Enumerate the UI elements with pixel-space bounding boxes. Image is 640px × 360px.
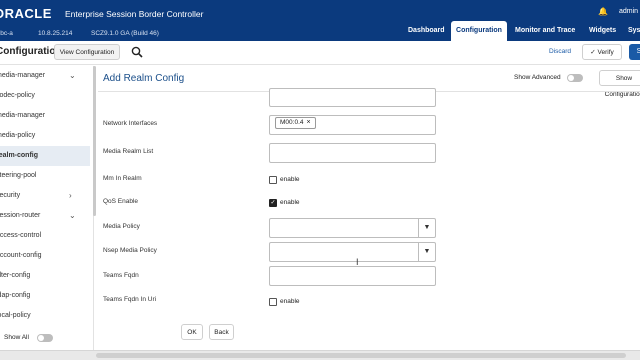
remove-chip-icon[interactable]: × bbox=[307, 119, 311, 126]
ip-address-label: 10.8.25.214 bbox=[38, 30, 73, 37]
search-icon[interactable] bbox=[131, 46, 143, 58]
sidebar-item-access-control[interactable]: access-control bbox=[0, 226, 90, 246]
bell-icon[interactable]: 🔔 bbox=[598, 7, 608, 16]
page-title: Configuration bbox=[0, 46, 62, 57]
sidebar-item-steering-pool[interactable]: steering-pool bbox=[0, 166, 90, 186]
media-policy-label: Media Policy bbox=[103, 223, 140, 230]
sidebar-scrollbar[interactable] bbox=[93, 66, 96, 216]
show-all-label: Show All bbox=[4, 334, 29, 341]
version-label: SCZ9.1.0 GA (Build 46) bbox=[91, 30, 159, 37]
scrollbar-thumb[interactable] bbox=[96, 353, 626, 358]
qos-enable-label: QoS Enable bbox=[103, 198, 139, 205]
network-interfaces-label: Network Interfaces bbox=[103, 120, 158, 127]
oracle-logo: ORACLE bbox=[0, 6, 52, 21]
sidebar-item-label: session-router bbox=[0, 212, 41, 219]
horizontal-scrollbar[interactable] bbox=[0, 350, 640, 360]
back-button[interactable]: Back bbox=[209, 324, 234, 340]
sidebar-item-session-router[interactable]: session-router ⌄ bbox=[0, 206, 90, 226]
nsep-media-policy-select[interactable] bbox=[269, 242, 436, 262]
teams-fqdn-in-uri-enable-label: enable bbox=[280, 298, 300, 305]
teams-fqdn-label: Teams Fqdn bbox=[103, 272, 139, 279]
mm-in-realm-label: Mm In Realm bbox=[103, 175, 142, 182]
sidebar-item-security[interactable]: security › bbox=[0, 186, 90, 206]
chevron-down-icon[interactable]: ▼ bbox=[418, 243, 435, 261]
user-menu[interactable]: admin bbox=[619, 8, 638, 15]
sidebar-item-media-policy[interactable]: media-policy bbox=[0, 126, 90, 146]
tab-dashboard[interactable]: Dashboard bbox=[408, 21, 445, 41]
nsep-media-policy-label: Nsep Media Policy bbox=[103, 247, 157, 254]
ok-button[interactable]: OK bbox=[181, 324, 203, 340]
top-header: ORACLE Enterprise Session Border Control… bbox=[0, 0, 640, 41]
tab-widgets[interactable]: Widgets bbox=[589, 21, 616, 41]
mm-in-realm-checkbox[interactable] bbox=[269, 176, 277, 184]
discard-button[interactable]: Discard bbox=[549, 48, 571, 55]
sidebar-item-local-policy[interactable]: local-policy bbox=[0, 306, 90, 326]
sidebar-item-codec-policy[interactable]: codec-policy bbox=[0, 86, 90, 106]
media-realm-list-label: Media Realm List bbox=[103, 148, 154, 155]
check-circle-icon: ✓ bbox=[590, 49, 596, 56]
chevron-down-icon[interactable]: ▼ bbox=[418, 219, 435, 237]
chevron-down-icon: ⌄ bbox=[69, 211, 76, 220]
form-title: Add Realm Config bbox=[103, 73, 185, 84]
show-advanced-toggle[interactable] bbox=[567, 74, 583, 82]
sidebar-item-account-config[interactable]: account-config bbox=[0, 246, 90, 266]
hostname-label: sbc-a bbox=[0, 30, 13, 37]
network-interface-chip: M00:0.4 × bbox=[275, 117, 316, 129]
view-configuration-button[interactable]: View Configuration bbox=[54, 44, 120, 60]
sidebar-item-realm-config[interactable]: realm-config bbox=[0, 146, 90, 166]
show-configuration-button[interactable]: Show Configuration bbox=[599, 70, 640, 98]
product-name: Enterprise Session Border Controller bbox=[65, 9, 204, 19]
verify-label: Verify bbox=[597, 49, 614, 56]
tab-monitor-and-trace[interactable]: Monitor and Trace bbox=[515, 21, 575, 41]
save-button[interactable]: S bbox=[629, 44, 640, 60]
media-policy-select[interactable] bbox=[269, 218, 436, 238]
qos-enable-enable-label: enable bbox=[280, 199, 300, 206]
teams-fqdn-input[interactable] bbox=[269, 266, 436, 286]
chip-label: M00:0.4 bbox=[280, 119, 304, 126]
sidebar-item-label: security bbox=[0, 192, 21, 199]
sidebar-item-label: media-manager bbox=[0, 72, 46, 79]
chevron-right-icon: › bbox=[69, 191, 72, 200]
previous-field-input[interactable] bbox=[269, 88, 436, 107]
sidebar-item-media-manager-group[interactable]: media-manager ⌄ bbox=[0, 66, 90, 86]
teams-fqdn-in-uri-checkbox[interactable] bbox=[269, 298, 277, 306]
show-advanced-label: Show Advanced bbox=[514, 74, 561, 81]
show-all-toggle[interactable] bbox=[37, 334, 53, 342]
mm-in-realm-enable-label: enable bbox=[280, 176, 300, 183]
teams-fqdn-in-uri-label: Teams Fqdn In Uri bbox=[103, 296, 157, 303]
sidebar-item-filter-config[interactable]: filter-config bbox=[0, 266, 90, 286]
verify-button[interactable]: ✓ Verify bbox=[582, 44, 622, 60]
qos-enable-checkbox[interactable]: ✓ bbox=[269, 199, 277, 207]
sidebar-item-ldap-config[interactable]: ldap-config bbox=[0, 286, 90, 306]
config-toolbar: Configuration View Configuration Discard… bbox=[0, 41, 640, 65]
tab-system[interactable]: System bbox=[628, 21, 640, 41]
sidebar-item-media-manager[interactable]: media-manager bbox=[0, 106, 90, 126]
media-realm-list-input[interactable] bbox=[269, 143, 436, 163]
chevron-down-icon: ⌄ bbox=[69, 71, 76, 80]
sidebar: media-manager ⌄ codec-policy media-manag… bbox=[0, 66, 94, 350]
tab-configuration[interactable]: Configuration bbox=[451, 21, 507, 41]
